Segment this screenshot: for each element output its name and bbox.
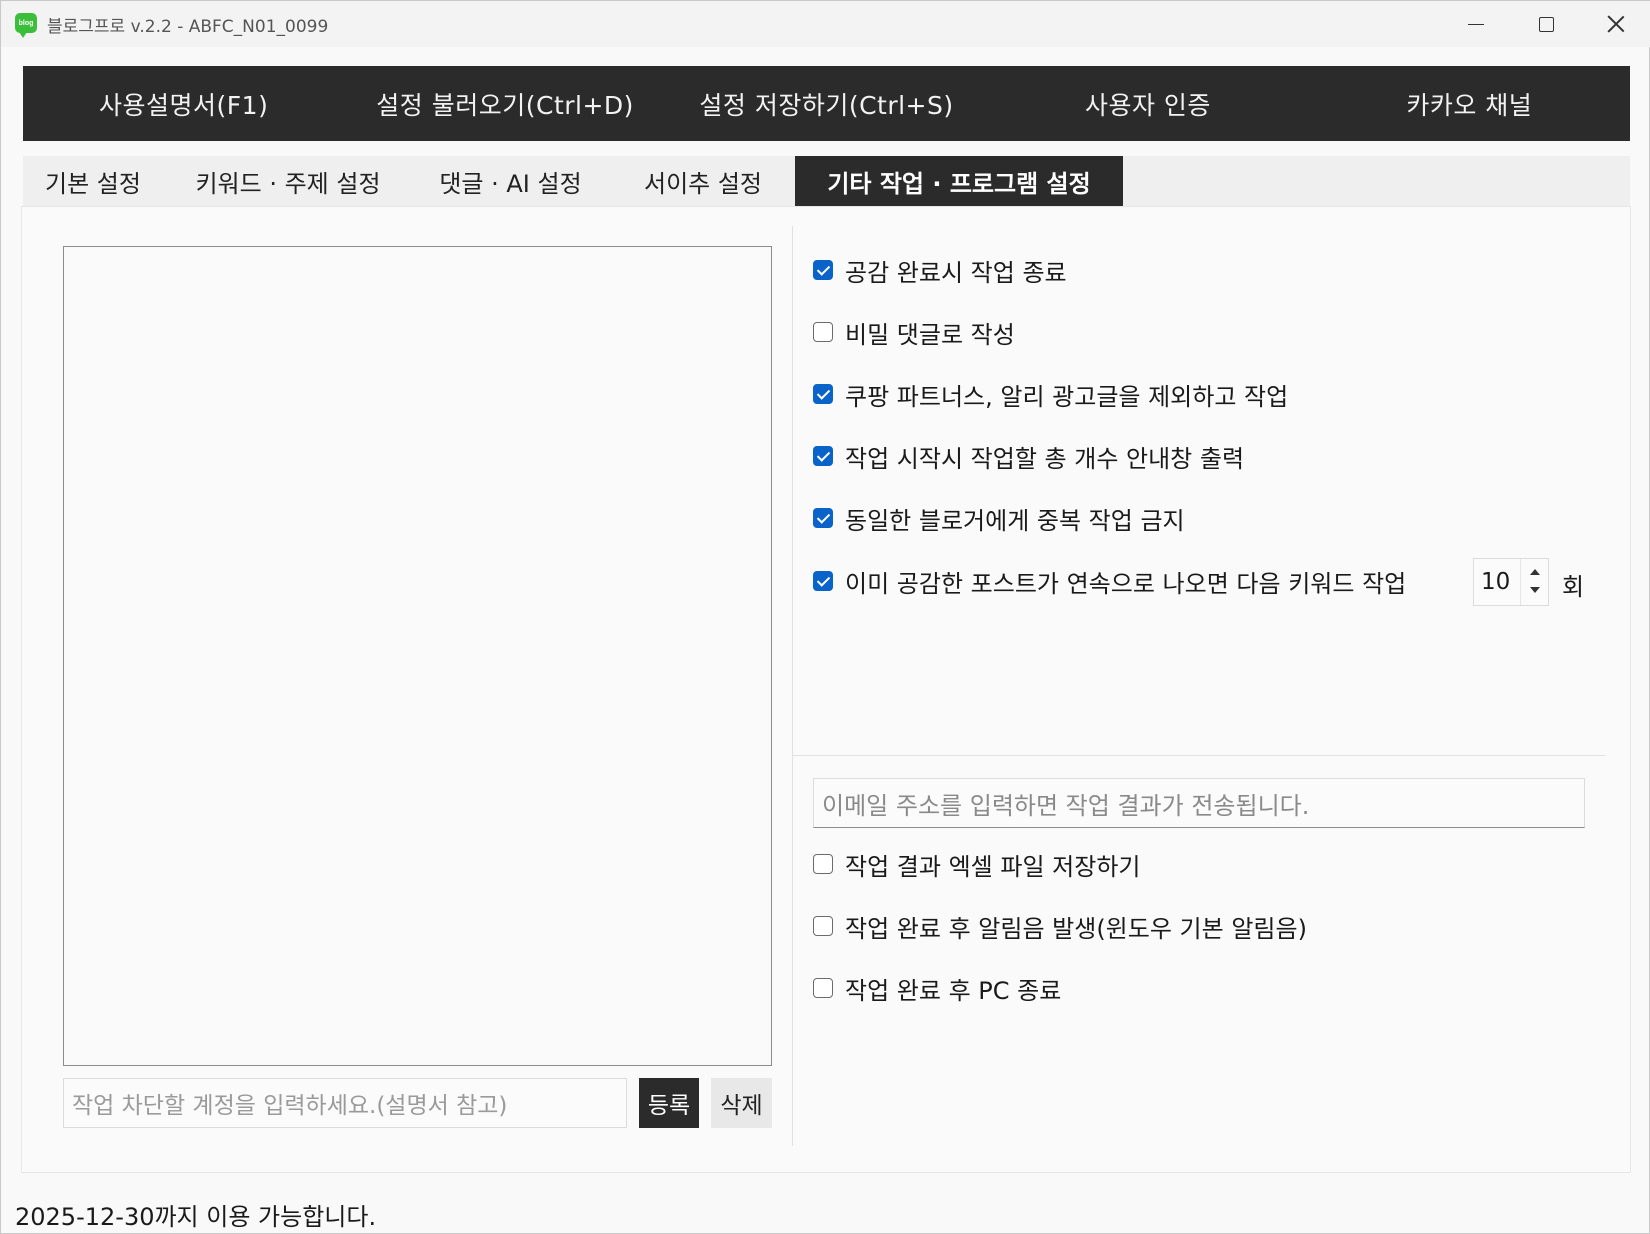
license-status: 2025-12-30까지 이용 가능합니다. bbox=[15, 1203, 377, 1231]
tab-comment-ai-settings[interactable]: 댓글 · AI 설정 bbox=[418, 156, 603, 206]
option-skip-liked-posts[interactable]: 이미 공감한 포스트가 연속으로 나오면 다음 키워드 작업 bbox=[813, 564, 1406, 598]
option-label: 쿠팡 파트너스, 알리 광고글을 제외하고 작업 bbox=[845, 382, 1289, 411]
checkbox[interactable] bbox=[813, 916, 833, 936]
repeat-count-stepper[interactable]: 10 bbox=[1473, 558, 1549, 606]
checkbox[interactable] bbox=[813, 446, 833, 466]
repeat-count-unit: 회 bbox=[1562, 573, 1585, 601]
option-no-duplicate-blogger[interactable]: 동일한 블로거에게 중복 작업 금지 bbox=[813, 501, 1185, 535]
option-save-excel[interactable]: 작업 결과 엑셀 파일 저장하기 bbox=[813, 847, 1140, 881]
window-title: 블로그프로 v.2.2 - ABFC_N01_0099 bbox=[47, 17, 329, 37]
tab-keyword-settings[interactable]: 키워드 · 주제 설정 bbox=[173, 156, 403, 206]
menu-save-settings[interactable]: 설정 저장하기(Ctrl+S) bbox=[666, 66, 987, 141]
maximize-button[interactable] bbox=[1511, 1, 1581, 47]
menu-user-auth[interactable]: 사용자 인증 bbox=[987, 66, 1308, 141]
title-bar: blog 블로그프로 v.2.2 - ABFC_N01_0099 bbox=[1, 1, 1650, 47]
close-button[interactable] bbox=[1581, 1, 1650, 47]
option-exclude-ads[interactable]: 쿠팡 파트너스, 알리 광고글을 제외하고 작업 bbox=[813, 377, 1288, 411]
checkbox[interactable] bbox=[813, 978, 833, 998]
chevron-up-icon[interactable] bbox=[1530, 569, 1540, 575]
option-label: 작업 시작시 작업할 총 개수 안내창 출력 bbox=[845, 444, 1245, 473]
delete-button[interactable]: 삭제 bbox=[711, 1078, 772, 1128]
close-icon bbox=[1607, 15, 1625, 33]
block-account-input[interactable]: 작업 차단할 계정을 입력하세요.(설명서 참고) bbox=[63, 1078, 627, 1128]
tab-misc-program-settings[interactable]: 기타 작업 · 프로그램 설정 bbox=[795, 156, 1123, 206]
checkbox[interactable] bbox=[813, 508, 833, 528]
vertical-divider bbox=[792, 226, 793, 1146]
blocked-accounts-list[interactable] bbox=[63, 246, 772, 1066]
option-label: 작업 완료 후 PC 종료 bbox=[845, 976, 1062, 1005]
stepper-arrows bbox=[1520, 559, 1548, 605]
app-icon: blog bbox=[15, 13, 37, 38]
option-label: 작업 결과 엑셀 파일 저장하기 bbox=[845, 852, 1141, 881]
checkbox[interactable] bbox=[813, 322, 833, 342]
app-window: blog 블로그프로 v.2.2 - ABFC_N01_0099 사용설명서(F… bbox=[0, 0, 1650, 1234]
horizontal-divider bbox=[793, 755, 1606, 756]
checkbox[interactable] bbox=[813, 571, 833, 591]
option-label: 작업 완료 후 알림음 발생(윈도우 기본 알림음) bbox=[845, 914, 1307, 943]
checkbox[interactable] bbox=[813, 260, 833, 280]
minimize-button[interactable] bbox=[1441, 1, 1511, 47]
option-label: 비밀 댓글로 작성 bbox=[845, 320, 1015, 349]
checkbox[interactable] bbox=[813, 854, 833, 874]
menu-load-settings[interactable]: 설정 불러오기(Ctrl+D) bbox=[344, 66, 665, 141]
top-menu: 사용설명서(F1) 설정 불러오기(Ctrl+D) 설정 저장하기(Ctrl+S… bbox=[23, 66, 1630, 141]
checkbox[interactable] bbox=[813, 384, 833, 404]
option-notification-sound[interactable]: 작업 완료 후 알림음 발생(윈도우 기본 알림음) bbox=[813, 909, 1307, 943]
option-label: 동일한 블로거에게 중복 작업 금지 bbox=[845, 506, 1185, 535]
option-label: 공감 완료시 작업 종료 bbox=[845, 258, 1067, 287]
chevron-down-icon[interactable] bbox=[1530, 587, 1540, 593]
option-stop-on-like-done[interactable]: 공감 완료시 작업 종료 bbox=[813, 253, 1067, 287]
email-field[interactable]: 이메일 주소를 입력하면 작업 결과가 전송됩니다. bbox=[813, 778, 1585, 828]
menu-manual[interactable]: 사용설명서(F1) bbox=[23, 66, 344, 141]
maximize-icon bbox=[1538, 16, 1554, 32]
tab-neighbor-settings[interactable]: 서이추 설정 bbox=[618, 156, 788, 206]
option-label: 이미 공감한 포스트가 연속으로 나오면 다음 키워드 작업 bbox=[845, 569, 1407, 598]
register-button[interactable]: 등록 bbox=[639, 1078, 699, 1128]
tab-bar: 기본 설정 키워드 · 주제 설정 댓글 · AI 설정 서이추 설정 기타 작… bbox=[23, 156, 1630, 206]
minimize-icon bbox=[1468, 23, 1484, 25]
repeat-count-value[interactable]: 10 bbox=[1474, 569, 1518, 595]
menu-kakao-channel[interactable]: 카카오 채널 bbox=[1309, 66, 1630, 141]
tab-basic-settings[interactable]: 기본 설정 bbox=[23, 156, 163, 206]
option-show-total-count[interactable]: 작업 시작시 작업할 총 개수 안내창 출력 bbox=[813, 439, 1244, 473]
option-shutdown-pc[interactable]: 작업 완료 후 PC 종료 bbox=[813, 971, 1061, 1005]
option-secret-comment[interactable]: 비밀 댓글로 작성 bbox=[813, 315, 1015, 349]
